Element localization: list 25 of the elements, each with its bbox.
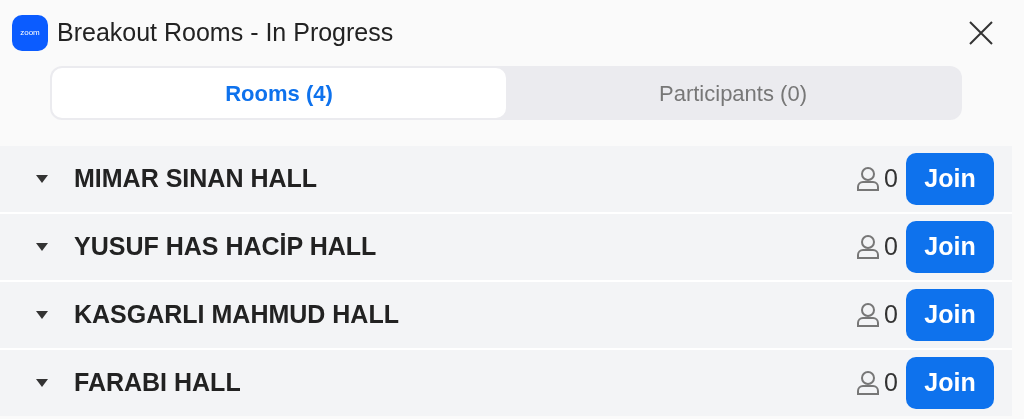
participant-count: 0 [884, 231, 898, 263]
person-icon [856, 370, 881, 396]
room-name: YUSUF HAS HACİP HALL [74, 231, 377, 263]
caret-icon[interactable] [36, 175, 48, 183]
app-logo: zoom [12, 15, 48, 51]
tab[interactable]: Rooms (4) [52, 68, 506, 118]
window-title: Breakout Rooms - In Progress [57, 17, 394, 49]
join-button[interactable]: Join [906, 153, 994, 205]
person-icon [856, 302, 881, 328]
caret-icon[interactable] [36, 379, 48, 387]
join-button[interactable]: Join [906, 289, 994, 341]
join-button[interactable]: Join [906, 357, 994, 409]
participant-count: 0 [884, 367, 898, 399]
close-icon[interactable] [968, 20, 994, 46]
join-button[interactable]: Join [906, 221, 994, 273]
room-name: FARABI HALL [74, 367, 241, 399]
tab[interactable]: Participants (0) [506, 68, 960, 118]
room-name: KASGARLI MAHMUD HALL [74, 299, 399, 331]
caret-icon[interactable] [36, 311, 48, 319]
person-icon [856, 234, 881, 260]
person-icon [856, 166, 881, 192]
room-name: MIMAR SINAN HALL [74, 163, 318, 195]
caret-icon[interactable] [36, 243, 48, 251]
participant-count: 0 [884, 163, 898, 195]
participant-count: 0 [884, 299, 898, 331]
